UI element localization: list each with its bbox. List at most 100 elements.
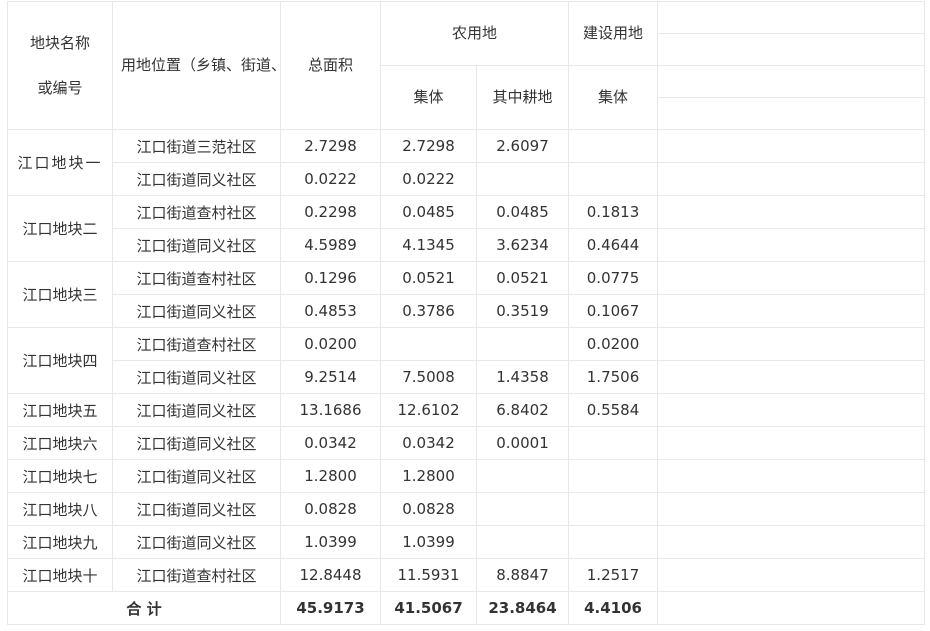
table-row: 江口地块五 江口街道同义社区 13.1686 12.6102 6.8402 0.5584 — [7, 393, 926, 427]
header-cultivated: 其中耕地 — [475, 65, 570, 130]
blank-cell — [657, 129, 926, 163]
totals-label: 合 计 — [7, 591, 281, 625]
total-area-value: 1.0399 — [280, 525, 381, 559]
cultivated-value — [475, 525, 570, 559]
collective-agri-value — [380, 327, 477, 361]
totals-total-area: 45.9173 — [280, 591, 381, 625]
plot-name: 江口地块二 — [7, 195, 113, 262]
cultivated-value — [475, 162, 570, 196]
header-total-area: 总面积 — [280, 1, 381, 130]
construction-value — [568, 459, 659, 493]
construction-value — [568, 162, 659, 196]
total-area-value: 1.2800 — [280, 459, 381, 493]
total-area-value: 0.0342 — [280, 426, 381, 460]
plot-name: 江口地块六 — [7, 426, 113, 460]
plot-location: 江口街道同义社区 — [112, 393, 281, 427]
total-area-value: 0.0828 — [280, 492, 381, 526]
plot-name: 江口地块三 — [7, 261, 113, 328]
total-area-value: 0.0200 — [280, 327, 381, 361]
table-row: 江口街道同义社区 0.4853 0.3786 0.3519 0.1067 — [8, 294, 926, 328]
collective-agri-value: 11.5931 — [380, 558, 477, 592]
collective-agri-value: 0.0485 — [380, 195, 477, 229]
blank-cell — [657, 591, 926, 625]
blank-cell — [657, 393, 926, 427]
plot-name: 江口地块十 — [7, 558, 113, 592]
header-agricultural-land: 农用地 — [379, 1, 570, 66]
header-blank-3 — [657, 65, 926, 98]
header-blank-4 — [657, 97, 926, 130]
collective-agri-value: 0.0222 — [380, 162, 477, 196]
construction-value: 0.1067 — [568, 294, 659, 328]
plot-location: 江口街道同义社区 — [112, 492, 281, 526]
total-area-value: 4.5989 — [280, 228, 381, 262]
total-area-value: 0.2298 — [280, 195, 381, 229]
blank-cell — [657, 261, 926, 295]
totals-construction: 4.4106 — [568, 591, 659, 625]
cultivated-value: 8.8847 — [475, 558, 570, 592]
blank-cell — [657, 492, 926, 526]
total-area-value: 2.7298 — [280, 129, 381, 163]
blank-cell — [657, 459, 926, 493]
collective-agri-value: 12.6102 — [380, 393, 477, 427]
construction-value: 0.4644 — [568, 228, 659, 262]
table-row: 江口地块七 江口街道同义社区 1.2800 1.2800 — [7, 459, 926, 493]
table-row: 江口地块九 江口街道同义社区 1.0399 1.0399 — [7, 525, 926, 559]
table-row: 江口地块四 江口街道查村社区 0.0200 0.0200 — [7, 327, 926, 394]
cultivated-value: 2.6097 — [475, 129, 570, 163]
collective-agri-value: 2.7298 — [380, 129, 477, 163]
table-row: 江口地块六 江口街道同义社区 0.0342 0.0342 0.0001 — [7, 426, 926, 460]
plot-name: 江口地块九 — [7, 525, 113, 559]
construction-value: 0.0200 — [568, 327, 659, 361]
plot-location: 江口街道查村社区 — [112, 558, 281, 592]
total-area-value: 13.1686 — [280, 393, 381, 427]
collective-agri-value: 1.0399 — [380, 525, 477, 559]
plot-name: 江口地块八 — [7, 492, 113, 526]
total-area-value: 0.4853 — [280, 294, 381, 328]
plot-location: 江口街道查村社区 — [112, 327, 281, 361]
header-plot-name: 地块名称 或编号 — [7, 1, 113, 130]
cultivated-value: 0.0001 — [475, 426, 570, 460]
blank-cell — [657, 228, 926, 262]
construction-value — [568, 525, 659, 559]
total-area-value: 0.1296 — [280, 261, 381, 295]
header-blank-2 — [657, 33, 926, 66]
table-row: 江口地块八 江口街道同义社区 0.0828 0.0828 — [7, 492, 926, 526]
blank-cell — [657, 327, 926, 361]
plot-location: 江口街道同义社区 — [112, 525, 281, 559]
collective-agri-value: 7.5008 — [380, 360, 477, 394]
totals-collective-agri: 41.5067 — [380, 591, 477, 625]
plot-name: 江口地块七 — [7, 459, 113, 493]
construction-value — [568, 129, 659, 163]
cultivated-value: 0.3519 — [475, 294, 570, 328]
cultivated-value: 6.8402 — [475, 393, 570, 427]
blank-cell — [657, 294, 926, 328]
cultivated-value — [475, 327, 570, 361]
table-row: 江口街道同义社区 4.5989 4.1345 3.6234 0.4644 — [8, 228, 926, 262]
construction-value: 0.0775 — [568, 261, 659, 295]
plot-location: 江口街道同义社区 — [112, 459, 281, 493]
collective-agri-value: 1.2800 — [380, 459, 477, 493]
table-row: 江口地块三 江口街道查村社区 0.1296 0.0521 0.0521 0.0775 — [7, 261, 926, 328]
header-collective-agri: 集体 — [380, 65, 477, 130]
collective-agri-value: 0.0521 — [380, 261, 477, 295]
plot-location: 江口街道同义社区 — [112, 360, 281, 394]
table-row: 江口街道同义社区 9.2514 7.5008 1.4358 1.7506 — [8, 360, 926, 394]
header-construction-land: 建设用地 — [568, 1, 659, 66]
cultivated-value: 1.4358 — [475, 360, 570, 394]
plot-location: 江口街道同义社区 — [112, 426, 281, 460]
header-collective-construction: 集体 — [568, 65, 659, 130]
header-blank-1 — [657, 1, 926, 34]
totals-row: 合 计 45.9173 41.5067 23.8464 4.4106 — [7, 591, 926, 625]
plot-name: 江口地块四 — [7, 327, 113, 394]
plot-location: 江口街道查村社区 — [112, 261, 281, 295]
header-location: 用地位置（乡镇、街道、村、社居） — [112, 1, 281, 130]
cultivated-value — [475, 459, 570, 493]
table-row: 江口街道同义社区 0.0222 0.0222 — [8, 162, 926, 196]
blank-cell — [657, 558, 926, 592]
table-row: 江口地块一 江口街道三范社区 2.7298 2.7298 2.6097 — [7, 129, 926, 196]
cultivated-value: 0.0485 — [475, 195, 570, 229]
land-use-table: 地块名称 或编号 用地位置（乡镇、街道、村、社居） 总面积 农用地 建设用地 集… — [7, 1, 926, 625]
plot-location: 江口街道查村社区 — [112, 195, 281, 229]
construction-value: 1.2517 — [568, 558, 659, 592]
blank-cell — [657, 162, 926, 196]
